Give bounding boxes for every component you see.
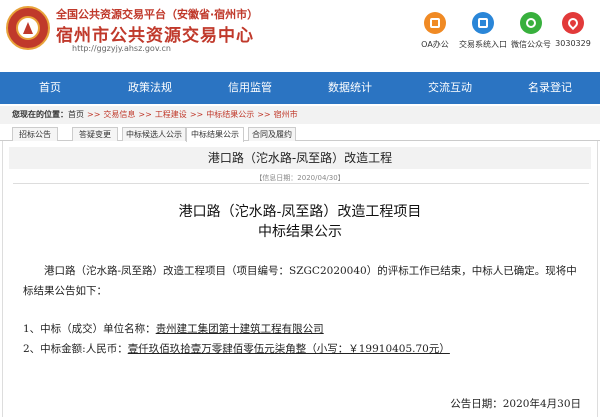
breadcrumb-construction[interactable]: 工程建设 xyxy=(155,110,187,119)
amount-label: 2、中标金额:人民币： xyxy=(23,343,128,355)
breadcrumb-suzhou[interactable]: 宿州市 xyxy=(274,110,298,119)
tab-qa-changes[interactable]: 答疑变更 xyxy=(72,127,118,141)
nav-registry[interactable]: 名录登记 xyxy=(500,72,600,104)
breadcrumb-home[interactable]: 首页 xyxy=(68,110,84,119)
info-date: 【信息日期：2020/04/30】 xyxy=(255,174,345,182)
document-title: 港口路（沱水路-凤至路）改造工程项目 xyxy=(178,204,422,220)
site-title: 宿州市公共资源交易中心 xyxy=(56,26,254,46)
phone-icon xyxy=(562,12,584,34)
site-subtitle: 全国公共资源交易平台（安徽省·宿州市） xyxy=(56,8,259,21)
phone-link[interactable]: 3030329 xyxy=(538,8,600,58)
site-logo[interactable] xyxy=(6,6,50,50)
site-header: 全国公共资源交易平台（安徽省·宿州市） 宿州市公共资源交易中心 http://g… xyxy=(0,0,600,72)
breadcrumb-label: 您现在的位置： xyxy=(12,110,68,119)
winner-line: 1、中标（成交）单位名称：贵州建工集团第十建筑工程有限公司 xyxy=(23,321,588,336)
divider xyxy=(13,183,589,184)
breadcrumb-trading-info[interactable]: 交易信息 xyxy=(103,110,135,119)
system-icon xyxy=(472,12,494,34)
nav-policy[interactable]: 政策法规 xyxy=(100,72,200,104)
announcement-paragraph: 港口路（沱水路-凤至路）改造工程项目（项目编号：SZGC2020040）的评标工… xyxy=(23,265,577,297)
amount-value: 壹仟玖佰玖拾壹万零肆佰零伍元柒角整（小写：￥19910405.70元） xyxy=(127,343,450,355)
category-tabs: 招标公告 答疑变更 中标候选人公示 中标结果公示 合同及履约 xyxy=(0,125,600,142)
office-icon xyxy=(424,12,446,34)
tab-award-results[interactable]: 中标结果公示 xyxy=(186,127,244,142)
amount-line: 2、中标金额:人民币：壹仟玖佰玖拾壹万零肆佰零伍元柒角整（小写：￥1991040… xyxy=(23,341,588,356)
main-nav: 首页 政策法规 信用监管 数据统计 交流互动 名录登记 xyxy=(0,72,600,104)
winner-value: 贵州建工集团第十建筑工程有限公司 xyxy=(155,323,324,335)
nav-statistics[interactable]: 数据统计 xyxy=(300,72,400,104)
nav-credit[interactable]: 信用监管 xyxy=(200,72,300,104)
content-panel: 港口路（沱水路-凤至路）改造工程 【信息日期：2020/04/30】 港口路（沱… xyxy=(2,141,598,417)
tab-candidates[interactable]: 中标候选人公示 xyxy=(122,127,186,141)
publish-date: 公告日期：2020年4月30日 xyxy=(450,398,581,410)
breadcrumb-results[interactable]: 中标结果公示 xyxy=(206,110,254,119)
nav-home[interactable]: 首页 xyxy=(0,72,100,104)
winner-label: 1、中标（成交）单位名称： xyxy=(23,323,156,335)
breadcrumb: 您现在的位置：首页 >> 交易信息 >> 工程建设 >> 中标结果公示 >> 宿州市 xyxy=(0,106,600,124)
nav-interaction[interactable]: 交流互动 xyxy=(400,72,500,104)
site-url: http://ggzyjy.ahsz.gov.cn xyxy=(72,44,171,53)
page: 全国公共资源交易平台（安徽省·宿州市） 宿州市公共资源交易中心 http://g… xyxy=(0,0,600,417)
tab-tender-notice[interactable]: 招标公告 xyxy=(12,127,58,141)
page-title: 港口路（沱水路-凤至路）改造工程 xyxy=(9,147,591,169)
tab-contracts[interactable]: 合同及履约 xyxy=(248,127,296,141)
document-subtitle: 中标结果公示 xyxy=(258,224,342,240)
